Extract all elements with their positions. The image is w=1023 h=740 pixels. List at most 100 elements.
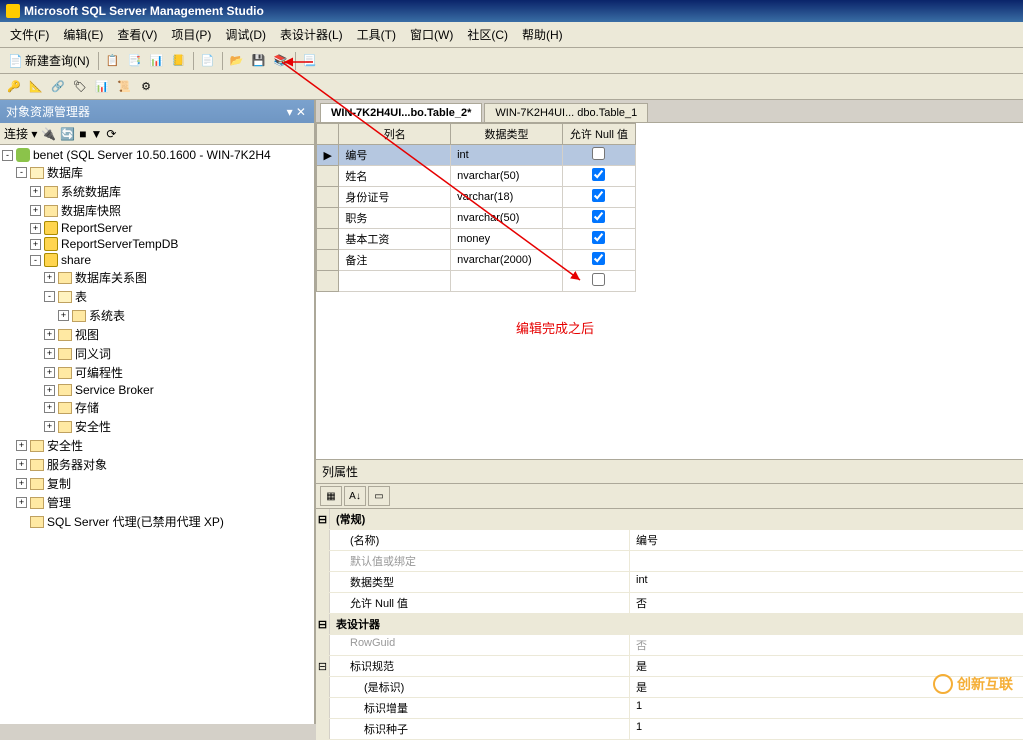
new-query-label: 新建查询(N) — [25, 52, 90, 69]
props-row-identinc[interactable]: 标识增量1 — [316, 698, 1023, 719]
separator — [295, 52, 296, 70]
connect-btn-3[interactable]: ■ — [79, 127, 86, 141]
tree-diagram[interactable]: +数据库关系图 — [2, 268, 312, 287]
col-name-header: 列名 — [339, 124, 451, 145]
separator — [222, 52, 223, 70]
app-icon — [6, 4, 20, 18]
filter-icon[interactable]: ▼ — [91, 127, 103, 141]
null-checkbox[interactable] — [592, 273, 605, 286]
null-checkbox[interactable] — [592, 147, 605, 160]
menu-project[interactable]: 项目(P) — [165, 24, 217, 45]
toolbar2-btn-4[interactable]: 🏷 — [70, 77, 90, 97]
props-row-isident[interactable]: (是标识)是 — [316, 677, 1023, 698]
props-grid[interactable]: ⊟(常规) (名称)编号 默认值或绑定 数据类型int 允许 Null 值否 ⊟… — [316, 509, 1023, 740]
props-row-dtype[interactable]: 数据类型int — [316, 572, 1023, 593]
tree-reportservertmp[interactable]: +ReportServerTempDB — [2, 236, 312, 252]
close-icon[interactable]: ▾ ✕ — [285, 105, 308, 119]
collapse-icon[interactable]: ⊟ — [316, 614, 330, 634]
table-row[interactable]: 基本工资money — [317, 229, 636, 250]
tree-sys-tables[interactable]: +系统表 — [2, 306, 312, 325]
new-query-icon: 📄 — [8, 54, 23, 68]
tree-share[interactable]: -share — [2, 252, 312, 268]
table-row-empty[interactable] — [317, 271, 636, 292]
toolbar2-btn-5[interactable]: 📊 — [92, 77, 112, 97]
tree-databases[interactable]: -数据库 — [2, 163, 312, 182]
tree-sys-db[interactable]: +系统数据库 — [2, 182, 312, 201]
separator — [193, 52, 194, 70]
connect-btn-2[interactable]: 🔄 — [60, 127, 75, 141]
row-header — [317, 124, 339, 145]
props-pages-icon[interactable]: ▭ — [368, 486, 390, 506]
toolbar-btn-4[interactable]: 📒 — [169, 51, 189, 71]
toolbar-btn-1[interactable]: 📋 — [103, 51, 123, 71]
tree-sb[interactable]: +Service Broker — [2, 382, 312, 398]
table-row[interactable]: 职务nvarchar(50) — [317, 208, 636, 229]
toolbar2-btn-2[interactable]: 📐 — [26, 77, 46, 97]
props-row-null[interactable]: 允许 Null 值否 — [316, 593, 1023, 614]
collapse-icon[interactable]: ⊟ — [316, 656, 330, 676]
tree-mgmt[interactable]: +管理 — [2, 493, 312, 512]
collapse-icon[interactable]: ⊟ — [316, 509, 330, 529]
menu-table-designer[interactable]: 表设计器(L) — [274, 24, 349, 45]
null-checkbox[interactable] — [592, 189, 605, 202]
null-checkbox[interactable] — [592, 168, 605, 181]
props-row-name[interactable]: (名称)编号 — [316, 530, 1023, 551]
save-button[interactable]: 💾 — [249, 51, 269, 71]
null-checkbox[interactable] — [592, 231, 605, 244]
connect-btn-1[interactable]: 🔌 — [41, 127, 56, 141]
save-all-button[interactable]: 📚 — [271, 51, 291, 71]
props-row-rowguid[interactable]: RowGuid否 — [316, 635, 1023, 656]
tree-reportserver[interactable]: +ReportServer — [2, 220, 312, 236]
tree-security[interactable]: +安全性 — [2, 436, 312, 455]
props-row-ident[interactable]: ⊟标识规范是 — [316, 656, 1023, 677]
toolbar-btn-5[interactable]: 📄 — [198, 51, 218, 71]
tree-snapshot[interactable]: +数据库快照 — [2, 201, 312, 220]
tree-prog[interactable]: +可编程性 — [2, 363, 312, 382]
object-tree[interactable]: -benet (SQL Server 10.50.1600 - WIN-7K2H… — [0, 145, 314, 724]
tree-srvobj[interactable]: +服务器对象 — [2, 455, 312, 474]
toolbar2-btn-6[interactable]: 📜 — [114, 77, 134, 97]
tree-tables[interactable]: -表 — [2, 287, 312, 306]
toolbar2-btn-1[interactable]: 🔑 — [4, 77, 24, 97]
menu-tools[interactable]: 工具(T) — [351, 24, 402, 45]
props-row-default[interactable]: 默认值或绑定 — [316, 551, 1023, 572]
props-alpha-icon[interactable]: A↓ — [344, 486, 366, 506]
props-cat-general[interactable]: ⊟(常规) — [316, 509, 1023, 530]
table-row[interactable]: 姓名nvarchar(50) — [317, 166, 636, 187]
table-row[interactable]: 备注nvarchar(2000) — [317, 250, 636, 271]
toolbar2-btn-7[interactable]: ⚙ — [136, 77, 156, 97]
props-cat-designer[interactable]: ⊟表设计器 — [316, 614, 1023, 635]
tree-synonyms[interactable]: +同义词 — [2, 344, 312, 363]
menu-window[interactable]: 窗口(W) — [404, 24, 459, 45]
menu-edit[interactable]: 编辑(E) — [57, 24, 109, 45]
open-button[interactable]: 📂 — [227, 51, 247, 71]
menu-help[interactable]: 帮助(H) — [516, 24, 569, 45]
connect-btn-5[interactable]: ⟳ — [106, 127, 116, 141]
toolbar-main: 📄 新建查询(N) 📋 📑 📊 📒 📄 📂 💾 📚 📃 — [0, 48, 1023, 74]
null-checkbox[interactable] — [592, 252, 605, 265]
tree-repl[interactable]: +复制 — [2, 474, 312, 493]
tree-storage[interactable]: +存储 — [2, 398, 312, 417]
tree-agent[interactable]: SQL Server 代理(已禁用代理 XP) — [2, 512, 312, 531]
tree-server[interactable]: -benet (SQL Server 10.50.1600 - WIN-7K2H… — [2, 147, 312, 163]
toolbar2-btn-3[interactable]: 🔗 — [48, 77, 68, 97]
toolbar-btn-3[interactable]: 📊 — [147, 51, 167, 71]
connect-dropdown[interactable]: 连接 ▾ — [4, 125, 37, 142]
tree-sec-db[interactable]: +安全性 — [2, 417, 312, 436]
menu-file[interactable]: 文件(F) — [4, 24, 55, 45]
tree-views[interactable]: +视图 — [2, 325, 312, 344]
toolbar-btn-9[interactable]: 📃 — [300, 51, 320, 71]
columns-grid[interactable]: 列名 数据类型 允许 Null 值 ▶编号int 姓名nvarchar(50) … — [316, 123, 636, 292]
menu-community[interactable]: 社区(C) — [461, 24, 514, 45]
tab-table1[interactable]: WIN-7K2H4UI... dbo.Table_1 — [484, 103, 648, 122]
menu-view[interactable]: 查看(V) — [111, 24, 163, 45]
tab-table2[interactable]: WIN-7K2H4UI...bo.Table_2* — [320, 103, 482, 122]
toolbar-btn-2[interactable]: 📑 — [125, 51, 145, 71]
table-row[interactable]: ▶编号int — [317, 145, 636, 166]
props-categorized-icon[interactable]: ▦ — [320, 486, 342, 506]
new-query-button[interactable]: 📄 新建查询(N) — [4, 50, 94, 71]
menu-debug[interactable]: 调试(D) — [219, 24, 272, 45]
props-row-identseed[interactable]: 标识种子1 — [316, 719, 1023, 740]
null-checkbox[interactable] — [592, 210, 605, 223]
table-row[interactable]: 身份证号varchar(18) — [317, 187, 636, 208]
